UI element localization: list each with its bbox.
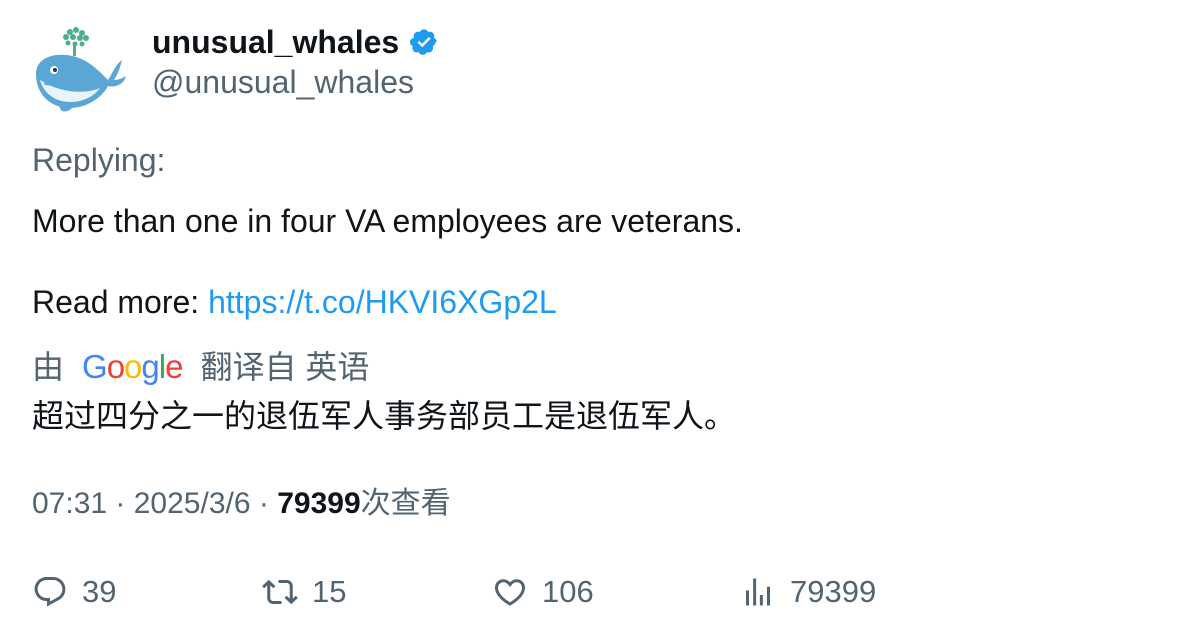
tweet-date[interactable]: 2025/3/6	[134, 487, 251, 520]
views-button[interactable]: 79399	[740, 572, 876, 612]
whale-logo-icon	[36, 27, 126, 112]
views-action-count: 79399	[790, 574, 877, 609]
tweet-time[interactable]: 07:31	[32, 487, 107, 520]
retweet-count: 15	[312, 574, 347, 609]
meta-separator: ·	[250, 487, 278, 520]
google-logo: Google	[82, 348, 183, 385]
author-display-name[interactable]: unusual_whales	[152, 22, 399, 62]
tweet-meta: 07:31 · 2025/3/6 · 79399次查看	[32, 484, 451, 524]
translation-suffix[interactable]: 翻译自 英语	[200, 347, 369, 387]
reply-icon	[34, 577, 66, 607]
tweet-text-line: More than one in four VA employees are v…	[32, 203, 743, 239]
tweet-read-more: Read more: https://t.co/HKVI6XGp2L	[32, 282, 557, 322]
avatar[interactable]	[30, 24, 128, 116]
translation-prefix: 由	[32, 349, 65, 385]
views-count: 79399	[277, 487, 361, 520]
reply-button[interactable]: 39	[32, 572, 116, 612]
like-count: 106	[542, 574, 594, 609]
translation-attribution: 由 Google 翻译自 英语	[32, 347, 369, 387]
reply-count: 39	[82, 574, 117, 609]
verified-badge-icon	[410, 29, 437, 55]
read-more-label: Read more:	[32, 284, 209, 320]
author-name-row[interactable]: unusual_whales	[152, 22, 439, 62]
retweet-icon	[262, 579, 298, 605]
tweet-link[interactable]: https://t.co/HKVI6XGp2L	[208, 284, 557, 320]
analytics-icon	[746, 578, 770, 606]
replying-label: Replying:	[32, 142, 166, 178]
views-label: 次查看	[360, 487, 451, 520]
like-button[interactable]: 106	[492, 572, 594, 612]
heart-icon	[494, 579, 526, 606]
retweet-button[interactable]: 15	[262, 572, 346, 612]
author-handle[interactable]: @unusual_whales	[152, 62, 414, 102]
meta-separator: ·	[107, 487, 134, 520]
translated-text: 超过四分之一的退伍军人事务部员工是退伍军人。	[32, 398, 737, 434]
